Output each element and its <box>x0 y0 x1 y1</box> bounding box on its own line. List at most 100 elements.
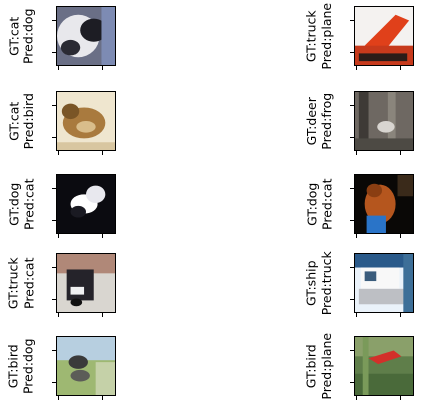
y-tick <box>350 350 354 351</box>
x-tick <box>400 151 401 155</box>
x-tick <box>102 313 103 317</box>
y-tick <box>350 20 354 21</box>
panel-label: GT:cat Pred:bird <box>5 91 52 151</box>
prediction-panel: GT:bird Pred:dog <box>6 336 116 400</box>
x-tick <box>58 66 59 70</box>
y-tick <box>52 52 56 53</box>
x-tick <box>356 313 357 317</box>
ground-truth-label: GT:dog <box>303 182 319 226</box>
y-tick <box>52 105 56 106</box>
thumbnail-image <box>56 91 116 151</box>
prediction-label: Pred:plane <box>318 332 334 400</box>
ground-truth-label: GT:cat <box>5 101 21 141</box>
thumbnail-image <box>56 253 116 313</box>
y-tick <box>52 299 56 300</box>
panel-label: GT:truck Pred:cat <box>5 253 52 313</box>
prediction-label: Pred:truck <box>318 250 334 315</box>
ground-truth-label: GT:bird <box>5 343 21 388</box>
x-tick <box>102 66 103 70</box>
thumbnail-graphic <box>57 175 115 233</box>
x-tick <box>102 396 103 400</box>
panel-label: GT:cat Pred:dog <box>5 6 52 66</box>
y-tick <box>52 137 56 138</box>
y-tick <box>350 105 354 106</box>
y-tick <box>350 220 354 221</box>
y-tick <box>52 20 56 21</box>
y-tick <box>350 137 354 138</box>
ground-truth-label: GT:truck <box>303 9 319 62</box>
thumbnail-graphic <box>57 254 115 312</box>
panel-label: GT:bird Pred:dog <box>5 336 52 396</box>
prediction-label: Pred:cat <box>20 178 36 230</box>
panel-label: GT:ship Pred:truck <box>303 250 350 315</box>
prediction-panel: GT:cat Pred:dog <box>6 6 116 70</box>
ground-truth-label: GT:truck <box>5 256 21 309</box>
ground-truth-label: GT:dog <box>5 182 21 226</box>
x-tick <box>400 313 401 317</box>
y-tick <box>350 188 354 189</box>
panel-label: GT:truck Pred:plane <box>303 2 350 69</box>
thumbnail-graphic <box>57 337 115 395</box>
y-tick <box>52 188 56 189</box>
x-tick <box>58 396 59 400</box>
y-tick <box>52 382 56 383</box>
thumbnail-graphic <box>57 7 115 65</box>
prediction-label: Pred:dog <box>20 337 36 394</box>
prediction-panel: GT:ship Pred:truck <box>304 251 414 317</box>
x-tick <box>400 66 401 70</box>
ground-truth-label: GT:ship <box>303 259 319 306</box>
x-tick <box>58 313 59 317</box>
thumbnail-image <box>354 6 414 66</box>
y-tick <box>350 52 354 53</box>
thumbnail-graphic <box>355 254 413 312</box>
prediction-label: Pred:cat <box>318 178 334 230</box>
y-tick <box>350 299 354 300</box>
prediction-panel: GT:truck Pred:cat <box>6 253 116 317</box>
prediction-panel: GT:bird Pred:plane <box>304 332 414 400</box>
panel-label: GT:dog Pred:cat <box>5 174 52 234</box>
prediction-panel: GT:cat Pred:bird <box>6 91 116 155</box>
x-tick <box>356 66 357 70</box>
x-tick <box>400 396 401 400</box>
x-tick <box>400 234 401 238</box>
thumbnail-image <box>56 6 116 66</box>
prediction-label: Pred:bird <box>20 92 36 149</box>
thumbnail-graphic <box>355 337 413 395</box>
thumbnail-image <box>354 253 414 313</box>
thumbnail-graphic <box>355 92 413 150</box>
x-tick <box>58 234 59 238</box>
prediction-panel: GT:dog Pred:cat <box>304 174 414 238</box>
x-tick <box>356 396 357 400</box>
prediction-grid: GT:cat Pred:dog GT:truck Pred:plane GT:cat Pr… <box>0 0 422 408</box>
thumbnail-graphic <box>355 7 413 65</box>
prediction-label: Pred:cat <box>20 257 36 309</box>
panel-label: GT:deer Pred:frog <box>304 91 350 151</box>
prediction-panel: GT:dog Pred:cat <box>6 174 116 238</box>
thumbnail-image <box>56 174 116 234</box>
y-tick <box>350 267 354 268</box>
prediction-label: Pred:frog <box>318 92 334 150</box>
prediction-panel: GT:truck Pred:plane <box>304 2 414 70</box>
prediction-label: Pred:plane <box>318 2 334 70</box>
y-tick <box>52 350 56 351</box>
x-tick <box>356 234 357 238</box>
panel-label: GT:bird Pred:plane <box>303 332 350 399</box>
thumbnail-graphic <box>57 92 115 150</box>
thumbnail-graphic <box>355 175 413 233</box>
thumbnail-image <box>56 336 116 396</box>
thumbnail-image <box>354 174 414 234</box>
x-tick <box>102 151 103 155</box>
ground-truth-label: GT:cat <box>5 16 21 56</box>
y-tick <box>52 220 56 221</box>
y-tick <box>350 382 354 383</box>
prediction-label: Pred:dog <box>20 7 36 64</box>
prediction-panel: GT:deer Pred:frog <box>304 91 414 155</box>
y-tick <box>52 267 56 268</box>
panel-label: GT:dog Pred:cat <box>303 174 350 234</box>
x-tick <box>102 234 103 238</box>
thumbnail-image <box>354 91 414 151</box>
x-tick <box>356 151 357 155</box>
thumbnail-image <box>354 336 414 396</box>
ground-truth-label: GT:bird <box>303 343 319 388</box>
x-tick <box>58 151 59 155</box>
